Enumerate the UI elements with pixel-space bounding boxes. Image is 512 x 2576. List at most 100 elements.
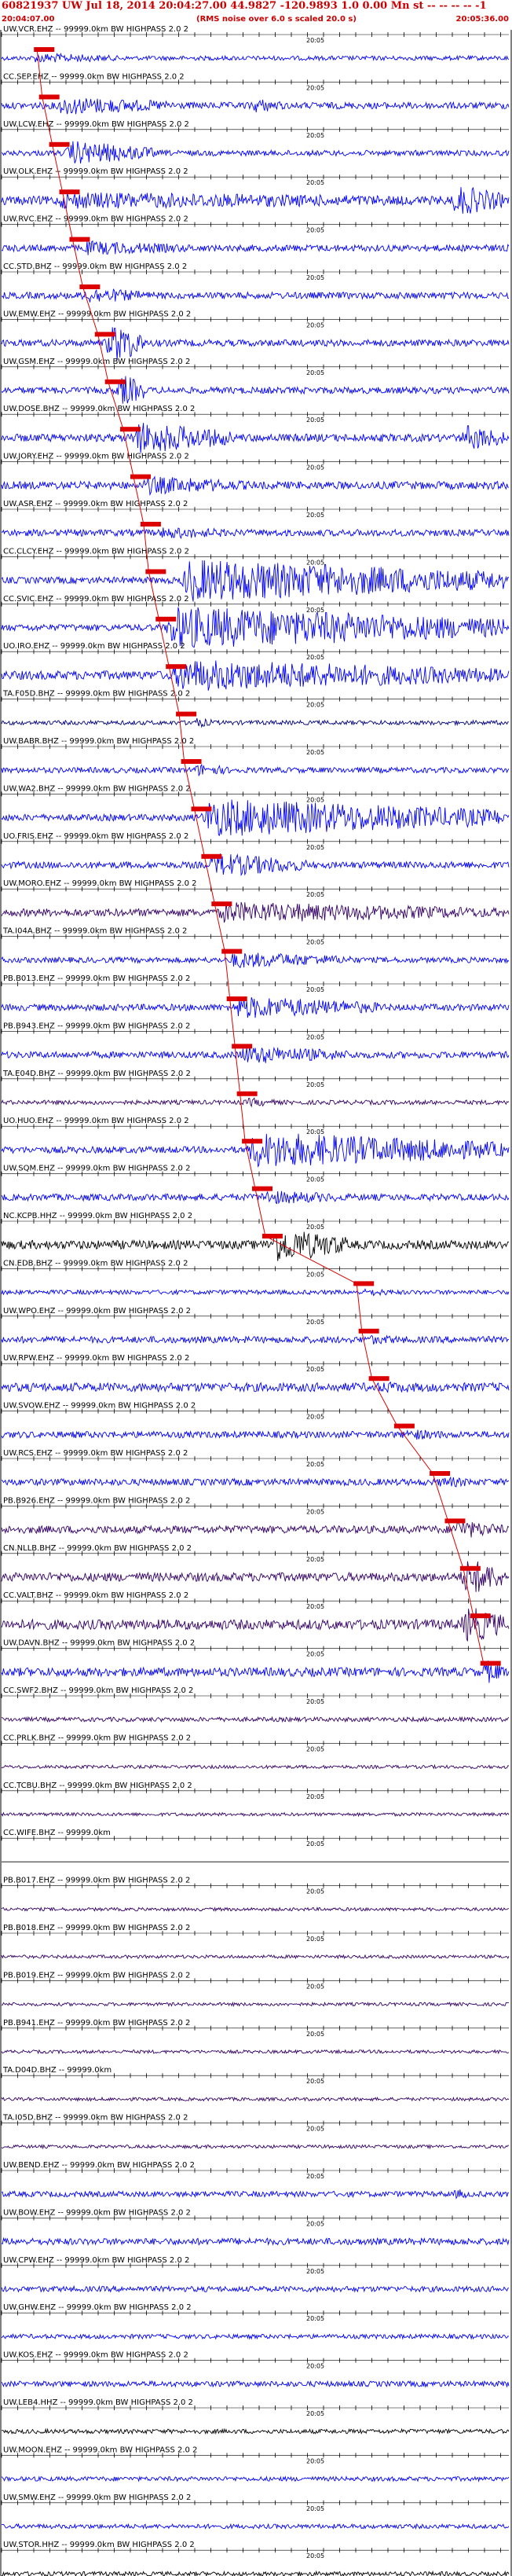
- time-marker-label: 20:05: [306, 1508, 324, 1515]
- trace-label: UW.RPW.EHZ -- 99999.0km BW HIGHPASS 2.0 …: [3, 1354, 189, 1363]
- time-marker-label: 20:05: [306, 321, 324, 328]
- trace-label: UW.WPO.EHZ -- 99999.0km BW HIGHPASS 2.0 …: [3, 1307, 191, 1316]
- time-marker-label: 20:05: [306, 2220, 324, 2227]
- waveform: [1, 1521, 510, 1538]
- trace-label: TA.I05D.BHZ -- 99999.0km BW HIGHPASS 2.0…: [2, 2114, 188, 2123]
- trace-label: UW.MOON.EHZ -- 99999.0km BW HIGHPASS 2.0…: [3, 2446, 197, 2454]
- waveform: [1, 1811, 510, 1818]
- time-marker-label: 20:05: [306, 1224, 324, 1231]
- waveform: [1, 2523, 510, 2530]
- waveform: [1, 327, 510, 361]
- trace-label: UO.IRO.EHZ -- 99999.0km BW HIGHPASS 2.0 …: [3, 642, 185, 651]
- waveform: [1, 799, 510, 836]
- waveform: [1, 2237, 510, 2246]
- time-marker-label: 20:05: [306, 2268, 324, 2275]
- waveform: [1, 1046, 510, 1063]
- waveform: [1, 1429, 510, 1440]
- time-marker-label: 20:05: [306, 132, 324, 139]
- time-marker-label: 20:05: [306, 1793, 324, 1800]
- waveform: [1, 1715, 510, 1723]
- waveform: [1, 1660, 510, 1683]
- waveform: [1, 1288, 510, 1297]
- trace-label: UW.LCW.EHZ -- 99999.0km BW HIGHPASS 2.0 …: [3, 120, 189, 129]
- waveform: [1, 2380, 510, 2388]
- time-marker-label: 20:05: [306, 891, 324, 898]
- waveform: [1, 1231, 510, 1261]
- trace-label: CC.SWF2.BHZ -- 99999.0km BW HIGHPASS 2.0…: [3, 1686, 193, 1695]
- trace-label: CC.SVIC.EHZ -- 99999.0km BW HIGHPASS 2.0…: [3, 595, 189, 604]
- waveform: [1, 2427, 510, 2435]
- trace-label: CC.VALT.BHZ -- 99999.0km BW HIGHPASS 2.0…: [3, 1591, 188, 1600]
- trace-label: UW.SMW.EHZ -- 99999.0km BW HIGHPASS 2.0 …: [3, 2493, 191, 2502]
- trace-label: UW.GSM.EHZ -- 99999.0km BW HIGHPASS 2.0 …: [3, 358, 190, 366]
- waveform: [1, 52, 510, 63]
- time-marker-label: 20:05: [306, 1461, 324, 1468]
- time-marker-label: 20:05: [306, 1033, 324, 1040]
- time-marker-label: 20:05: [306, 1698, 324, 1705]
- trace-label: UW.WA2.BHZ -- 99999.0km BW HIGHPASS 2.0 …: [3, 784, 191, 793]
- trace-label: UW.KOS.EHZ -- 99999.0km BW HIGHPASS 2.0 …: [3, 2351, 188, 2360]
- time-marker-label: 20:05: [306, 2505, 324, 2512]
- trace-label: UO.HUO.EHZ -- 99999.0km BW HIGHPASS 2.0 …: [3, 1117, 189, 1125]
- waveform: [1, 853, 510, 877]
- trace-label: TA.I04A.BHZ -- 99999.0km BW HIGHPASS 2.0…: [2, 927, 187, 936]
- time-marker-label: 20:05: [306, 512, 324, 519]
- waveform: [1, 717, 510, 728]
- trace-label: CC.CLCY.EHZ -- 99999.0km BW HIGHPASS 2.0…: [3, 547, 189, 556]
- trace-label: UW.DAVN.BHZ -- 99999.0km BW HIGHPASS 2.0…: [3, 1639, 195, 1648]
- trace-label: UW.SQM.EHZ -- 99999.0km BW HIGHPASS 2.0 …: [3, 1165, 190, 1173]
- trace-label: CN.EDB.BHZ -- 99999.0km BW HIGHPASS 2.0 …: [3, 1259, 188, 1268]
- time-marker-label: 20:05: [306, 2552, 324, 2559]
- time-marker-label: 20:05: [306, 227, 324, 234]
- waveform: [1, 1561, 510, 1592]
- trace-label: CC.SEP.EHZ -- 99999.0km BW HIGHPASS 2.0 …: [3, 72, 185, 81]
- time-marker-label: 20:05: [306, 654, 324, 661]
- waveform: [1, 996, 510, 1018]
- trace-label: PB.B017.EHZ -- 99999.0km BW HIGHPASS 2.0…: [3, 1877, 190, 1885]
- trace-label: UW.GHW.EHZ -- 99999.0km BW HIGHPASS 2.0 …: [3, 2303, 192, 2312]
- waveform: [1, 2570, 510, 2576]
- time-marker-label: 20:05: [306, 2315, 324, 2322]
- waveform: [1, 1763, 510, 1770]
- waveform: [1, 1097, 510, 1108]
- time-marker-label: 20:05: [306, 986, 324, 993]
- time-marker-label: 20:05: [306, 1556, 324, 1563]
- waveform: [1, 2096, 510, 2102]
- time-marker-label: 20:05: [306, 1936, 324, 1943]
- time-marker-label: 20:05: [306, 2457, 324, 2464]
- time-marker-label: 20:05: [306, 2126, 324, 2133]
- time-marker-label: 20:05: [306, 274, 324, 281]
- trace-label: CN.NLLB.BHZ -- 99999.0km BW HIGHPASS 2.0…: [3, 1544, 192, 1553]
- trace-label: UW.BOW.EHZ -- 99999.0km BW HIGHPASS 2.0 …: [3, 2208, 191, 2217]
- seismogram-panel: UW.VCR.EHZ -- 99999.0km BW HIGHPASS 2.0 …: [0, 25, 512, 2576]
- trace-label: UW.CPW.EHZ -- 99999.0km BW HIGHPASS 2.0 …: [3, 2256, 189, 2265]
- trace-label: UW.OLK.EHZ -- 99999.0km BW HIGHPASS 2.0 …: [3, 167, 188, 176]
- time-marker-label: 20:05: [306, 1319, 324, 1326]
- waveform: [1, 1954, 510, 1960]
- waveform: [1, 376, 510, 404]
- time-marker-label: 20:05: [306, 2173, 324, 2180]
- waveform: [1, 2049, 510, 2055]
- time-marker-label: 20:05: [306, 939, 324, 946]
- waveform: [1, 763, 510, 777]
- waveform: [1, 1906, 510, 1912]
- time-marker-label: 20:05: [306, 1603, 324, 1610]
- trace-label: UW.VCR.EHZ -- 99999.0km BW HIGHPASS 2.0 …: [3, 25, 188, 34]
- trace-label: CC.WIFE.BHZ -- 99999.0km: [3, 1829, 111, 1837]
- time-marker-label: 20:05: [306, 1128, 324, 1136]
- trace-label: UW.LEB4.HHZ -- 99999.0km BW HIGHPASS 2.0…: [3, 2398, 193, 2407]
- waveform: [1, 2332, 510, 2340]
- waveform: [1, 1191, 510, 1205]
- trace-label: UW.SVOW.EHZ -- 99999.0km BW HIGHPASS 2.0…: [3, 1402, 196, 1411]
- waveform: [1, 1334, 510, 1345]
- waveform: [1, 952, 510, 969]
- time-marker-label: 20:05: [306, 796, 324, 803]
- time-marker-label: 20:05: [306, 179, 324, 186]
- time-marker-label: 20:05: [306, 749, 324, 756]
- time-marker-label: 20:05: [306, 1745, 324, 1752]
- waveform: [1, 527, 510, 540]
- waveform: [1, 607, 510, 648]
- time-marker-label: 20:05: [306, 2078, 324, 2085]
- waveform: [1, 2284, 510, 2293]
- trace-label: PB.B941.EHZ -- 99999.0km BW HIGHPASS 2.0…: [3, 2019, 190, 2027]
